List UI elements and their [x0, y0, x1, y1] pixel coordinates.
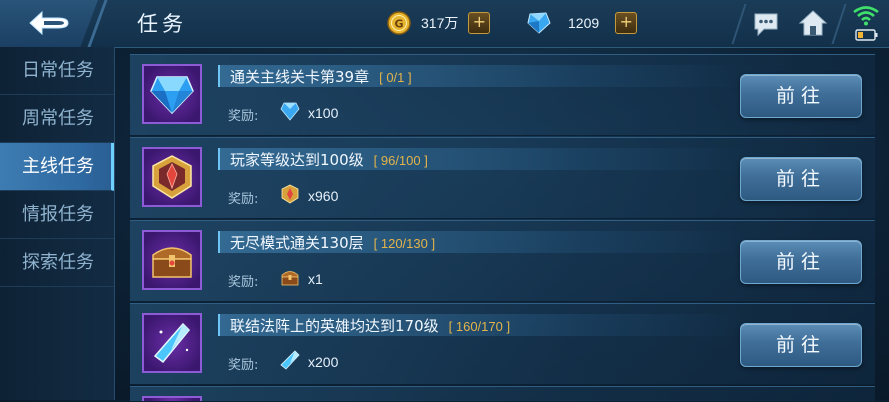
add-diamond-button[interactable]: +: [615, 12, 638, 34]
gold-amount: 317万: [421, 15, 459, 31]
header-separator: [831, 4, 847, 44]
task-row: 通关主线关卡第39章 [ 0/1 ] 奖励: x100 前往: [130, 54, 875, 136]
task-title-bar: 联结法阵上的英雄均达到170级 [ 160/170 ]: [218, 314, 745, 336]
task-progress: [ 96/100 ]: [373, 153, 428, 168]
crest-icon: [281, 184, 299, 204]
go-button[interactable]: 前往: [740, 157, 862, 201]
add-gold-button[interactable]: +: [468, 12, 491, 34]
diamond-icon: [280, 102, 300, 121]
reward-amount: x1: [308, 271, 323, 287]
task-title-bar: 无尽模式通关130层 [ 120/130 ]: [218, 231, 745, 253]
diamond-icon: [527, 12, 551, 34]
reward-amount: x100: [308, 105, 339, 121]
task-name: 玩家等级达到100级: [230, 151, 364, 169]
reward-label: 奖励:: [228, 192, 259, 207]
reward-label: 奖励:: [228, 275, 259, 290]
reward-label: 奖励:: [228, 109, 259, 124]
go-button[interactable]: 前往: [740, 240, 862, 284]
blue-diamond-icon: [142, 64, 202, 124]
gold-crest-icon: [142, 147, 202, 207]
sidebar-item-main[interactable]: 主线任务: [0, 143, 114, 191]
gold-currency: G 317万 +: [387, 10, 491, 36]
wifi-icon: [853, 6, 879, 26]
task-title-bar: 玩家等级达到100级 [ 96/100 ]: [218, 148, 745, 170]
task-title: 玩家等级达到100级 [ 96/100 ]: [230, 149, 428, 170]
task-row: 玩家等级达到100级 [ 96/100 ] 奖励: x960 前往: [130, 137, 875, 219]
sidebar-item-weekly[interactable]: 周常任务: [0, 95, 114, 143]
home-icon[interactable]: [798, 8, 828, 38]
task-category-sidebar: 日常任务 周常任务 主线任务 情报任务 探索任务: [0, 47, 115, 400]
top-bar: 任务 G 317万 + 1209 +: [0, 0, 889, 48]
gold-coin-icon: G: [387, 11, 411, 35]
sidebar-item-intel[interactable]: 情报任务: [0, 191, 114, 239]
diamond-amount: 1209: [568, 15, 600, 31]
back-arrow-icon[interactable]: [22, 7, 74, 39]
header-separator: [731, 4, 747, 44]
svg-text:G: G: [394, 18, 403, 31]
reward-label: 奖励:: [228, 358, 259, 373]
shard-icon: [280, 350, 300, 370]
page-title: 任务: [137, 12, 187, 36]
chest-icon: [281, 271, 299, 286]
task-title: 通关主线关卡第39章 [ 0/1 ]: [230, 66, 412, 87]
go-button[interactable]: 前往: [740, 74, 862, 118]
treasure-chest-icon: [142, 230, 202, 290]
sidebar-item-daily[interactable]: 日常任务: [0, 47, 114, 95]
task-row: 无尽模式通关130层 [ 120/130 ] 奖励: x1 前往: [130, 220, 875, 302]
reward-amount: x960: [308, 188, 339, 204]
diamond-currency: 1209 +: [526, 10, 638, 36]
task-name: 无尽模式通关130层: [230, 234, 364, 252]
task-progress: [ 0/1 ]: [379, 70, 412, 85]
task-icon: [142, 396, 202, 401]
task-progress: [ 120/130 ]: [373, 236, 436, 251]
chat-icon[interactable]: [752, 10, 780, 38]
battery-icon: [855, 29, 878, 41]
crystal-shard-icon: [142, 313, 202, 373]
task-title: 联结法阵上的英雄均达到170级 [ 160/170 ]: [230, 315, 510, 336]
task-row: 联结法阵上的英雄均达到170级 [ 160/170 ] 奖励: x200 前往: [130, 303, 875, 385]
task-name: 通关主线关卡第39章: [230, 68, 370, 86]
task-title: 无尽模式通关130层 [ 120/130 ]: [230, 232, 435, 253]
task-title-bar: 通关主线关卡第39章 [ 0/1 ]: [218, 65, 745, 87]
reward-amount: x200: [308, 354, 339, 370]
task-progress: [ 160/170 ]: [448, 319, 511, 334]
go-button[interactable]: 前往: [740, 323, 862, 367]
task-name: 联结法阵上的英雄均达到170级: [230, 317, 439, 335]
sidebar-item-explore[interactable]: 探索任务: [0, 239, 114, 287]
